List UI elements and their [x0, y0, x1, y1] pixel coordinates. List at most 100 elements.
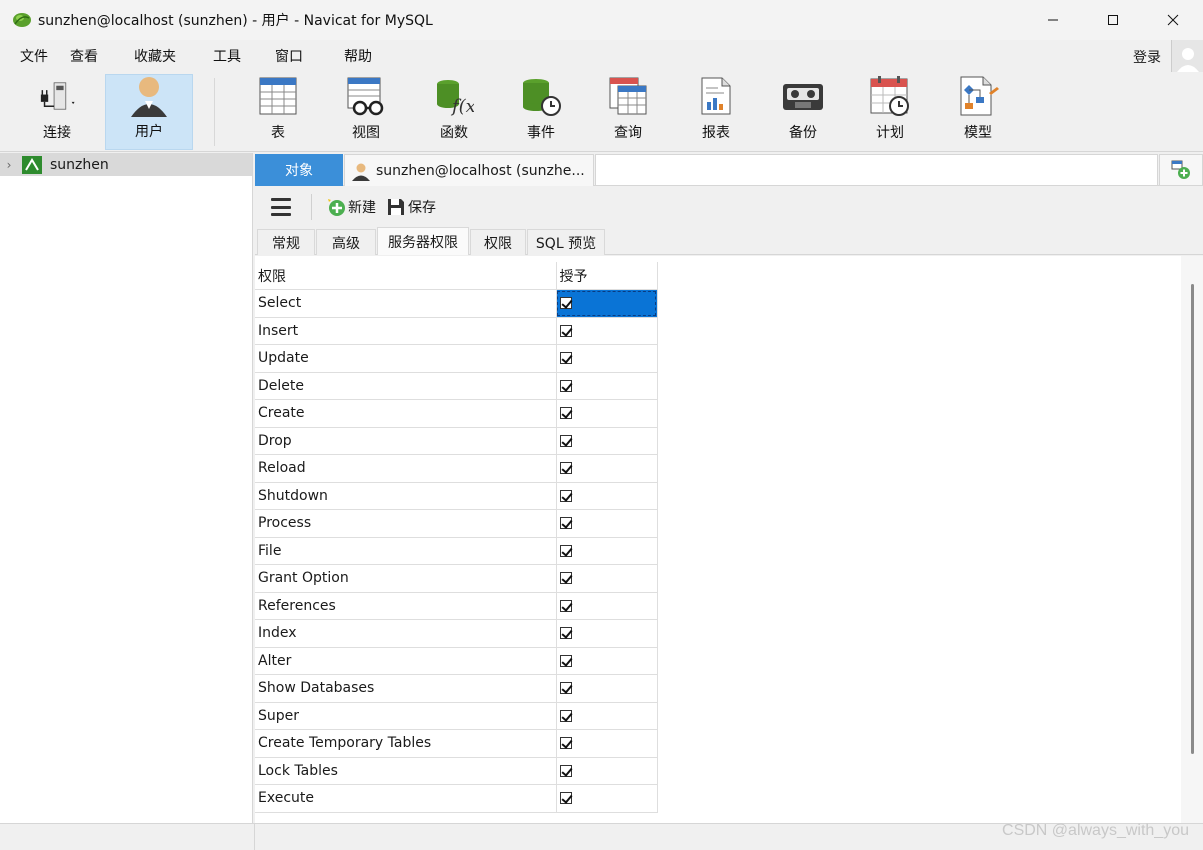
grant-cell[interactable]	[556, 537, 658, 565]
table-row[interactable]: References	[255, 592, 658, 620]
table-row[interactable]: Lock Tables	[255, 757, 658, 785]
privilege-name-cell[interactable]: Execute	[255, 784, 557, 813]
table-row[interactable]: File	[255, 537, 658, 565]
privilege-name-cell[interactable]: Delete	[255, 372, 557, 400]
grant-cell[interactable]	[556, 289, 658, 318]
grant-cell[interactable]	[556, 399, 658, 428]
toolbar-function-button[interactable]: f(x) 函数	[424, 74, 484, 150]
grant-checkbox[interactable]	[559, 572, 572, 585]
privilege-name-cell[interactable]: Alter	[255, 647, 557, 675]
menu-view[interactable]: 查看	[70, 46, 98, 66]
table-row[interactable]: Super	[255, 702, 658, 730]
grant-cell[interactable]	[556, 647, 658, 675]
privilege-name-cell[interactable]: Insert	[255, 317, 557, 345]
tab-privileges[interactable]: 权限	[470, 229, 526, 255]
avatar[interactable]	[1171, 40, 1203, 72]
new-tab-button[interactable]	[1159, 154, 1203, 186]
menu-icon[interactable]	[271, 198, 291, 216]
grant-cell[interactable]	[556, 784, 658, 813]
privilege-name-cell[interactable]: Drop	[255, 427, 557, 455]
vertical-scrollbar[interactable]	[1181, 256, 1203, 823]
privilege-name-cell[interactable]: Index	[255, 619, 557, 648]
privilege-name-cell[interactable]: Super	[255, 702, 557, 730]
privilege-name-cell[interactable]: References	[255, 592, 557, 620]
grant-cell[interactable]	[556, 427, 658, 455]
table-row[interactable]: Update	[255, 344, 658, 373]
table-row[interactable]: Delete	[255, 372, 658, 400]
menu-file[interactable]: 文件	[20, 46, 48, 66]
privilege-name-cell[interactable]: Create	[255, 399, 557, 428]
grant-checkbox[interactable]	[559, 764, 572, 777]
toolbar-table-button[interactable]: 表	[248, 74, 308, 150]
menu-help[interactable]: 帮助	[344, 46, 372, 66]
privilege-name-cell[interactable]: Process	[255, 509, 557, 538]
menu-window[interactable]: 窗口	[275, 46, 303, 66]
grant-checkbox[interactable]	[559, 654, 572, 667]
toolbar-query-button[interactable]: 查询	[598, 74, 658, 150]
table-row[interactable]: Create Temporary Tables	[255, 729, 658, 758]
grant-cell[interactable]	[556, 564, 658, 593]
table-row[interactable]: Shutdown	[255, 482, 658, 510]
column-header-grant[interactable]: 授予	[556, 262, 658, 290]
grant-checkbox[interactable]	[559, 297, 572, 310]
tab-objects[interactable]: 对象	[255, 154, 343, 186]
privilege-name-cell[interactable]: Reload	[255, 454, 557, 483]
toolbar-report-button[interactable]: 报表	[686, 74, 746, 150]
table-row[interactable]: Index	[255, 619, 658, 648]
grant-checkbox[interactable]	[559, 434, 572, 447]
privilege-name-cell[interactable]: Grant Option	[255, 564, 557, 593]
table-row[interactable]: Select	[255, 289, 658, 318]
grant-cell[interactable]	[556, 619, 658, 648]
maximize-button[interactable]	[1083, 0, 1143, 40]
table-row[interactable]: Reload	[255, 454, 658, 483]
grant-cell[interactable]	[556, 372, 658, 400]
toolbar-event-button[interactable]: 事件	[511, 74, 571, 150]
grant-cell[interactable]	[556, 729, 658, 758]
privilege-name-cell[interactable]: Update	[255, 344, 557, 373]
grant-checkbox[interactable]	[559, 709, 572, 722]
toolbar-backup-button[interactable]: 备份	[773, 74, 833, 150]
grant-checkbox[interactable]	[559, 489, 572, 502]
tab-sql-preview[interactable]: SQL 预览	[527, 229, 605, 255]
grant-checkbox[interactable]	[559, 352, 572, 365]
menu-favorites[interactable]: 收藏夹	[134, 46, 176, 66]
login-link[interactable]: 登录	[1133, 47, 1161, 67]
privilege-name-cell[interactable]: File	[255, 537, 557, 565]
grant-cell[interactable]	[556, 757, 658, 785]
grant-cell[interactable]	[556, 344, 658, 373]
grant-cell[interactable]	[556, 702, 658, 730]
grant-checkbox[interactable]	[559, 462, 572, 475]
scrollbar-thumb[interactable]	[1191, 284, 1194, 754]
toolbar-model-button[interactable]: 模型	[948, 74, 1008, 150]
new-button[interactable]: 新建	[326, 197, 376, 217]
grant-cell[interactable]	[556, 674, 658, 703]
save-button[interactable]: 保存	[386, 197, 436, 217]
grant-cell[interactable]	[556, 509, 658, 538]
grant-cell[interactable]	[556, 317, 658, 345]
table-row[interactable]: Grant Option	[255, 564, 658, 593]
privilege-name-cell[interactable]: Show Databases	[255, 674, 557, 703]
grant-checkbox[interactable]	[559, 627, 572, 640]
menu-tools[interactable]: 工具	[213, 46, 241, 66]
table-row[interactable]: Drop	[255, 427, 658, 455]
table-row[interactable]: Insert	[255, 317, 658, 345]
tab-general[interactable]: 常规	[257, 229, 315, 255]
toolbar-user-button[interactable]: 用户	[105, 74, 193, 150]
minimize-button[interactable]	[1023, 0, 1083, 40]
grant-cell[interactable]	[556, 482, 658, 510]
close-button[interactable]	[1143, 0, 1203, 40]
grant-checkbox[interactable]	[559, 544, 572, 557]
chevron-right-icon[interactable]: ›	[0, 158, 18, 172]
toolbar-schedule-button[interactable]: 计划	[860, 74, 920, 150]
tree-item-connection[interactable]: › sunzhen	[0, 153, 252, 176]
tab-advanced[interactable]: 高级	[316, 229, 376, 255]
grant-checkbox[interactable]	[559, 792, 572, 805]
privilege-name-cell[interactable]: Create Temporary Tables	[255, 729, 557, 758]
grant-checkbox[interactable]	[559, 682, 572, 695]
tab-user-editor[interactable]: sunzhen@localhost (sunzhe...	[344, 154, 594, 186]
table-row[interactable]: Alter	[255, 647, 658, 675]
toolbar-connect-button[interactable]: 连接	[16, 74, 98, 150]
table-row[interactable]: Show Databases	[255, 674, 658, 703]
privilege-name-cell[interactable]: Select	[255, 289, 557, 318]
grant-cell[interactable]	[556, 592, 658, 620]
